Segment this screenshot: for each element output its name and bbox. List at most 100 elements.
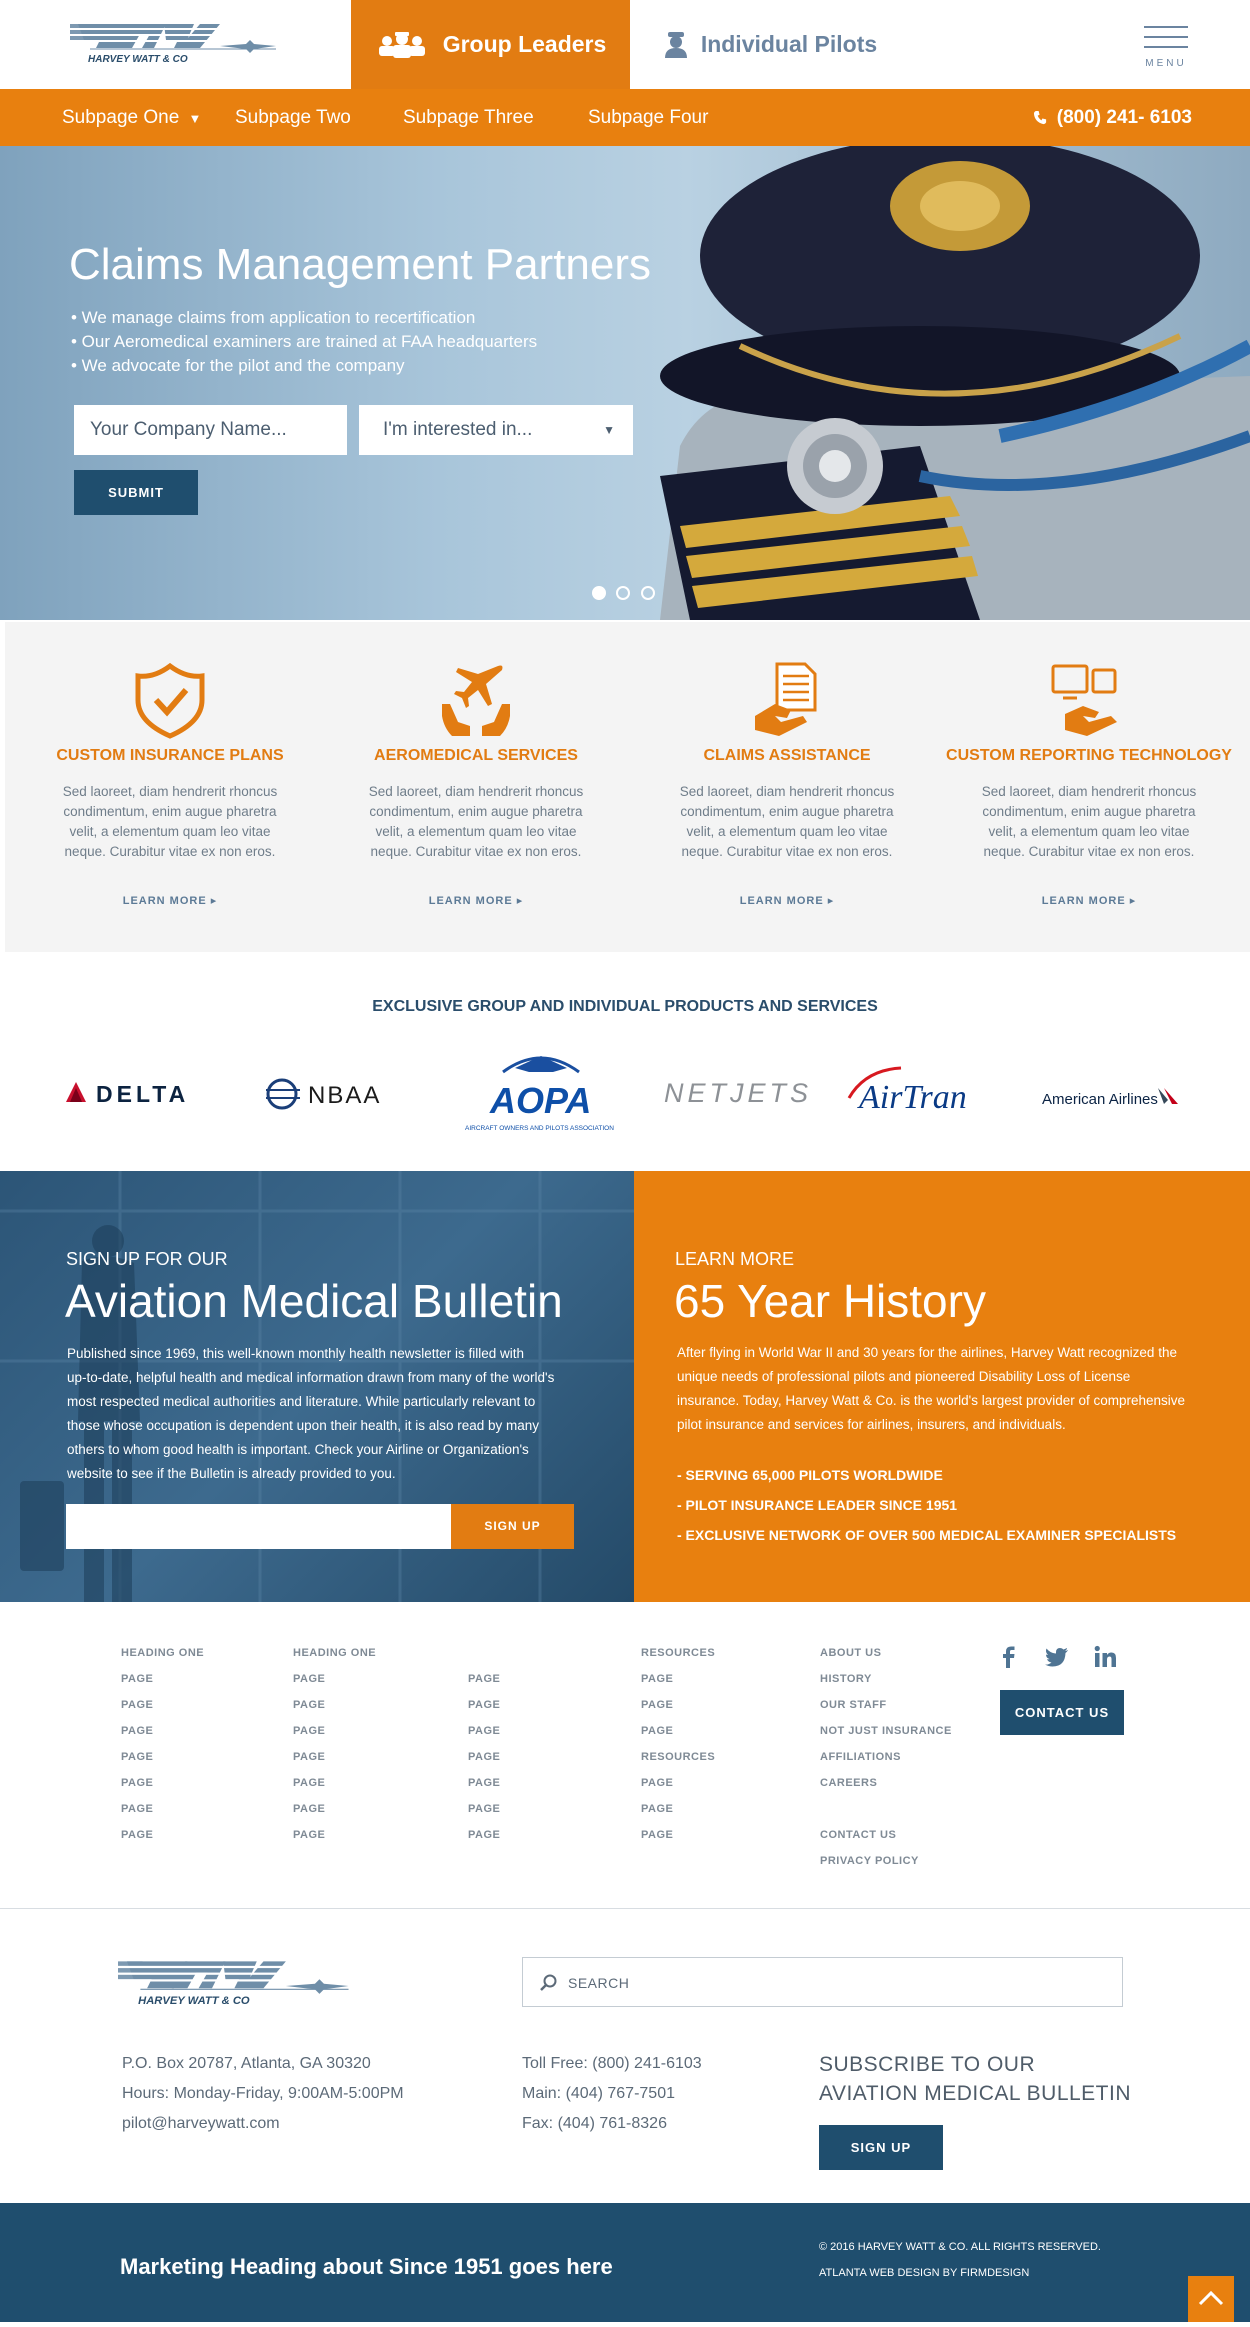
caret-down-icon: ▼ — [188, 111, 202, 126]
footer-spacer — [820, 1801, 952, 1827]
history-text: pilot insurance and services for airline… — [677, 1417, 1066, 1432]
footer-link[interactable]: PAGE — [641, 1775, 715, 1801]
service-title: AEROMEDICAL SERVICES — [374, 747, 578, 764]
back-to-top-button[interactable] — [1188, 2276, 1234, 2322]
pilot-icon — [664, 31, 687, 58]
chevron-down-icon: ▼ — [603, 423, 615, 437]
footer-heading[interactable]: RESOURCES — [641, 1645, 715, 1671]
footer-link[interactable]: PAGE — [293, 1697, 376, 1723]
learn-more-link[interactable]: LEARN MORE ▸ — [25, 894, 315, 907]
harvey-watt-logo[interactable]: HARVEY WATT & CO — [70, 18, 280, 74]
learn-more-link[interactable]: LEARN MORE ▸ — [331, 894, 621, 907]
footer-link[interactable]: PAGE — [121, 1671, 204, 1697]
footer-link[interactable]: PAGE — [468, 1723, 500, 1749]
main-nav: Subpage One ▼ Subpage Two Subpage Three … — [0, 89, 1250, 146]
svg-text:AIRCRAFT OWNERS AND PILOTS ASS: AIRCRAFT OWNERS AND PILOTS ASSOCIATION — [465, 1125, 614, 1132]
search-input[interactable]: SEARCH — [522, 1957, 1123, 2007]
main-phone[interactable]: Main: (404) 767-7501 — [522, 2085, 675, 2103]
footer-link[interactable]: RESOURCES — [641, 1749, 715, 1775]
footer-link-about[interactable]: ABOUT US — [820, 1645, 952, 1671]
nbaa-logo[interactable]: NBAA — [262, 1050, 412, 1130]
tab-individual-pilots[interactable]: Individual Pilots — [630, 0, 910, 89]
chevron-up-icon — [1198, 2290, 1224, 2306]
history-text: After flying in World War II and 30 year… — [677, 1345, 1177, 1360]
submit-button[interactable]: SUBMIT — [74, 470, 198, 515]
history-kicker[interactable]: LEARN MORE — [675, 1249, 794, 1270]
harvey-watt-footer-logo[interactable]: HARVEY WATT & CO — [118, 1954, 353, 2018]
footer-link[interactable]: PAGE — [468, 1697, 500, 1723]
footer-link-history[interactable]: HISTORY — [820, 1671, 952, 1697]
nav-subpage-one[interactable]: Subpage One ▼ — [62, 89, 201, 146]
hero-bullet: • Our Aeromedical examiners are trained … — [71, 332, 538, 351]
bulletin-text: Published since 1969, this well-known mo… — [67, 1346, 524, 1361]
footer-link[interactable]: PAGE — [641, 1671, 715, 1697]
footer-link[interactable]: PAGE — [121, 1801, 204, 1827]
nav-subpage-four[interactable]: Subpage Four — [588, 89, 708, 146]
footer-link[interactable]: PAGE — [293, 1801, 376, 1827]
twitter-icon[interactable] — [1044, 1644, 1070, 1670]
footer-link[interactable]: PAGE — [293, 1827, 376, 1853]
learn-more-link[interactable]: LEARN MORE ▸ — [642, 894, 932, 907]
search-placeholder: SEARCH — [568, 1975, 630, 1991]
tab-group-leaders[interactable]: Group Leaders — [351, 0, 630, 89]
fax-number: Fax: (404) 761-8326 — [522, 2115, 667, 2132]
american-airlines-logo[interactable]: American Airlines — [1040, 1050, 1190, 1130]
history-section: LEARN MORE 65 Year History After flying … — [634, 1171, 1250, 1602]
footer-link[interactable]: PAGE — [121, 1827, 204, 1853]
footer-link[interactable]: PAGE — [293, 1723, 376, 1749]
footer-link-careers[interactable]: CAREERS — [820, 1775, 952, 1801]
tollfree-phone[interactable]: Toll Free: (800) 241-6103 — [522, 2055, 702, 2073]
footer-link[interactable]: PAGE — [641, 1697, 715, 1723]
footer-link[interactable]: PAGE — [468, 1827, 500, 1853]
facebook-icon[interactable] — [996, 1644, 1022, 1670]
footer-link-staff[interactable]: OUR STAFF — [820, 1697, 952, 1723]
phone-link[interactable]: (800) 241- 6103 — [1033, 89, 1192, 146]
footer-link[interactable]: PAGE — [121, 1697, 204, 1723]
interest-select[interactable]: I'm interested in... ▼ — [359, 405, 633, 455]
menu-button[interactable]: MENU — [1144, 24, 1188, 69]
bulletin-text: those whose occupation is dependent upon… — [67, 1418, 540, 1433]
footer-link[interactable]: PAGE — [641, 1801, 715, 1827]
email-link[interactable]: pilot@harveywatt.com — [122, 2115, 280, 2133]
airtran-logo[interactable]: AirTran — [845, 1050, 995, 1130]
footer-link[interactable]: PAGE — [468, 1801, 500, 1827]
footer-link[interactable]: PAGE — [641, 1723, 715, 1749]
footer-heading[interactable]: HEADING ONE — [121, 1645, 204, 1671]
tab-individual-pilots-label: Individual Pilots — [700, 31, 878, 57]
footer-link[interactable]: PAGE — [121, 1723, 204, 1749]
slider-dot-active[interactable] — [592, 586, 606, 600]
footer-link[interactable]: PAGE — [468, 1749, 500, 1775]
subscribe-signup-button[interactable]: SIGN UP — [819, 2125, 943, 2170]
footer-link[interactable]: PAGE — [121, 1775, 204, 1801]
slider-dot[interactable] — [641, 586, 655, 600]
footer-link[interactable]: PAGE — [121, 1749, 204, 1775]
footer-link-contact[interactable]: CONTACT US — [820, 1827, 952, 1853]
svg-text:HARVEY WATT & CO: HARVEY WATT & CO — [88, 54, 188, 65]
hours-text: Hours: Monday-Friday, 9:00AM-5:00PM — [122, 2085, 404, 2102]
linkedin-icon[interactable] — [1092, 1644, 1118, 1670]
footer-link[interactable]: PAGE — [468, 1671, 500, 1697]
slider-dot[interactable] — [616, 586, 630, 600]
design-credit-link[interactable]: ATLANTA WEB DESIGN BY FIRMDESIGN — [819, 2267, 1029, 2279]
footer-link-privacy[interactable]: PRIVACY POLICY — [820, 1853, 952, 1879]
footer-heading[interactable]: HEADING ONE — [293, 1645, 376, 1671]
footer-link-not-just-insurance[interactable]: NOT JUST INSURANCE — [820, 1723, 952, 1749]
footer-link[interactable]: PAGE — [641, 1827, 715, 1853]
footer-link[interactable]: PAGE — [468, 1775, 500, 1801]
aopa-logo[interactable]: AOPA AIRCRAFT OWNERS AND PILOTS ASSOCIAT… — [463, 1050, 618, 1135]
netjets-logo[interactable]: NETJETS — [662, 1050, 812, 1130]
document-hand-icon — [755, 662, 817, 736]
footer-link[interactable]: PAGE — [293, 1671, 376, 1697]
company-name-input[interactable]: Your Company Name... — [74, 405, 347, 455]
service-description: Sed laoreet, diam hendrerit rhoncus cond… — [679, 784, 895, 859]
contact-us-button[interactable]: CONTACT US — [1000, 1690, 1124, 1735]
delta-logo[interactable]: DELTA — [62, 1050, 212, 1130]
nav-subpage-two[interactable]: Subpage Two — [235, 89, 351, 146]
bulletin-signup-button[interactable]: SIGN UP — [451, 1504, 574, 1549]
bulletin-email-input[interactable] — [66, 1504, 451, 1549]
footer-link[interactable]: PAGE — [293, 1775, 376, 1801]
learn-more-link[interactable]: LEARN MORE ▸ — [944, 894, 1234, 907]
footer-link-affiliations[interactable]: AFFILIATIONS — [820, 1749, 952, 1775]
nav-subpage-three[interactable]: Subpage Three — [403, 89, 534, 146]
footer-link[interactable]: PAGE — [293, 1749, 376, 1775]
